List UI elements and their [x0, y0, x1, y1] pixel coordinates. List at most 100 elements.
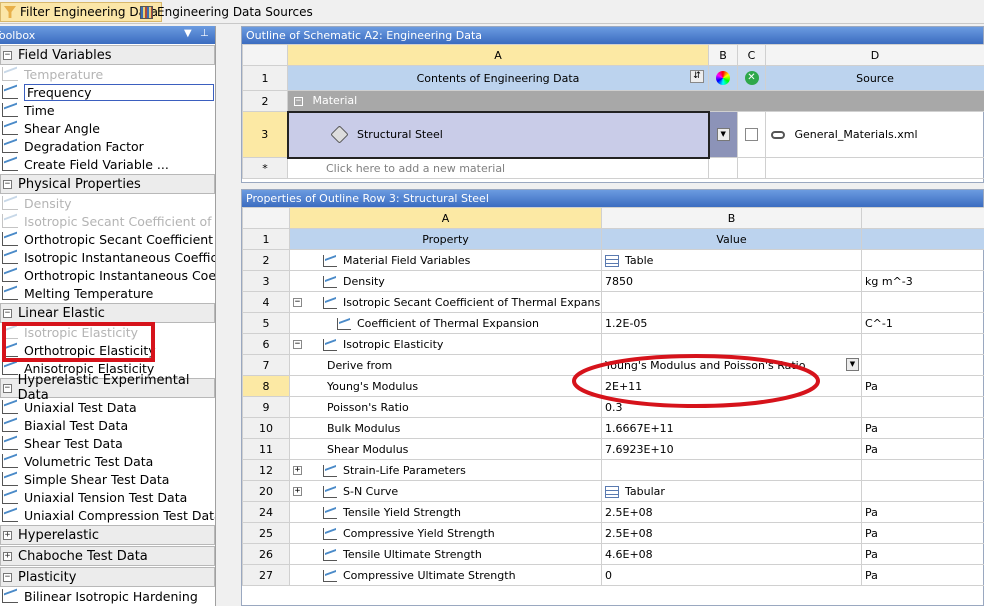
toolbox-item[interactable]: Time: [0, 101, 215, 119]
expand-icon[interactable]: +: [293, 466, 302, 475]
collapse-icon[interactable]: −: [293, 340, 302, 349]
property-name-cell[interactable]: + Strain-Life Parameters: [289, 459, 602, 481]
chart-icon[interactable]: [323, 485, 337, 498]
toolbox-item[interactable]: Volumetric Test Data: [0, 452, 215, 470]
property-name-cell[interactable]: Poisson's Ratio: [289, 396, 602, 418]
property-unit[interactable]: [861, 291, 984, 313]
toolbox-item[interactable]: Uniaxial Tension Test Data: [0, 488, 215, 506]
outline-col-d[interactable]: D: [765, 44, 984, 66]
collapse-icon[interactable]: −: [3, 50, 12, 60]
collapse-icon[interactable]: −: [3, 572, 12, 582]
outline-col-c[interactable]: C: [737, 44, 766, 66]
property-value-cell[interactable]: 7850: [601, 270, 862, 292]
sort-icon[interactable]: ⇵: [690, 70, 704, 83]
toolbox-item[interactable]: Isotropic Secant Coefficient of Thermal …: [0, 212, 215, 230]
pin-icon[interactable]: ⊥: [200, 28, 209, 39]
property-value-cell[interactable]: 2.5E+08: [601, 522, 862, 544]
property-name-cell[interactable]: Derive from: [289, 354, 602, 376]
chart-icon[interactable]: [323, 569, 337, 582]
property-unit[interactable]: [861, 396, 984, 418]
property-name-cell[interactable]: − Isotropic Elasticity: [289, 333, 602, 355]
property-name-cell[interactable]: − Isotropic Secant Coefficient of Thermal…: [289, 291, 602, 313]
collapse-icon[interactable]: −: [3, 383, 12, 393]
property-unit[interactable]: Pa: [861, 438, 984, 460]
property-name-cell[interactable]: Density: [289, 270, 602, 292]
property-name-cell[interactable]: Coefficient of Thermal Expansion: [289, 312, 602, 334]
chart-icon[interactable]: [323, 296, 337, 309]
property-name-cell[interactable]: + S-N Curve: [289, 480, 602, 502]
property-value-cell[interactable]: 4.6E+08: [601, 543, 862, 565]
property-unit[interactable]: Pa: [861, 501, 984, 523]
chart-icon[interactable]: [323, 506, 337, 519]
toolbox-item[interactable]: Shear Test Data: [0, 434, 215, 452]
toolbox-item[interactable]: Simple Shear Test Data: [0, 470, 215, 488]
properties-col-c[interactable]: [861, 207, 984, 229]
toolbox-group-header[interactable]: + Hyperelastic: [0, 525, 215, 545]
expand-icon[interactable]: +: [293, 487, 302, 496]
toolbox-group-header[interactable]: − Field Variables: [0, 45, 215, 65]
expand-icon[interactable]: +: [3, 551, 12, 561]
collapse-icon[interactable]: −: [294, 96, 303, 106]
property-value-cell[interactable]: Table: [601, 249, 862, 271]
toolbox-group-header[interactable]: − Plasticity: [0, 567, 215, 587]
add-material-input[interactable]: Click here to add a new material: [287, 157, 709, 179]
chart-icon[interactable]: [337, 317, 351, 330]
collapse-icon[interactable]: −: [3, 179, 12, 189]
property-name-cell[interactable]: Compressive Ultimate Strength: [289, 564, 602, 586]
suppress-cell[interactable]: [737, 111, 766, 158]
suppress-checkbox[interactable]: [745, 128, 758, 142]
outline-col-b[interactable]: B: [708, 44, 738, 66]
engineering-data-sources-button[interactable]: Engineering Data Sources: [137, 2, 316, 22]
toolbox-item[interactable]: Degradation Factor: [0, 137, 215, 155]
property-unit[interactable]: [861, 249, 984, 271]
toolbox-item[interactable]: Uniaxial Compression Test Data: [0, 506, 215, 524]
properties-col-b[interactable]: B: [601, 207, 862, 229]
properties-col-a[interactable]: A: [289, 207, 602, 229]
chart-icon[interactable]: [323, 548, 337, 561]
property-value-cell[interactable]: 0: [601, 564, 862, 586]
toolbox-item[interactable]: Bilinear Isotropic Hardening: [0, 587, 215, 605]
property-unit[interactable]: Pa: [861, 522, 984, 544]
property-name-cell[interactable]: Young's Modulus: [289, 375, 602, 397]
property-name-cell[interactable]: Material Field Variables: [289, 249, 602, 271]
dropdown-icon[interactable]: ▼: [184, 28, 192, 39]
toolbox-item[interactable]: Melting Temperature: [0, 284, 215, 302]
property-unit[interactable]: Pa: [861, 417, 984, 439]
property-value-cell[interactable]: 2.5E+08: [601, 501, 862, 523]
derive-from-dropdown[interactable]: ▼: [846, 358, 859, 371]
property-unit[interactable]: [861, 480, 984, 502]
chart-icon[interactable]: [323, 254, 337, 267]
property-value-cell[interactable]: [601, 459, 862, 481]
collapse-icon[interactable]: −: [3, 308, 12, 318]
toolbox-item[interactable]: Frequency: [0, 83, 215, 101]
property-unit[interactable]: Pa: [861, 564, 984, 586]
material-name-cell[interactable]: Structural Steel: [286, 110, 710, 159]
toolbox-group-header[interactable]: − Hyperelastic Experimental Data: [0, 373, 215, 403]
toolbox-item[interactable]: Shear Angle: [0, 119, 215, 137]
collapse-icon[interactable]: −: [293, 298, 302, 307]
material-color-cell[interactable]: ▼: [708, 111, 738, 158]
toolbox-item[interactable]: Temperature: [0, 65, 215, 83]
toolbox-group-header[interactable]: + Chaboche Test Data: [0, 546, 215, 566]
toolbox-group-header[interactable]: − Linear Elastic: [0, 303, 215, 323]
chart-icon[interactable]: [323, 275, 337, 288]
outline-col-a[interactable]: A: [287, 44, 709, 66]
property-unit[interactable]: C^-1: [861, 312, 984, 334]
property-value-cell[interactable]: 7.6923E+10: [601, 438, 862, 460]
property-name-cell[interactable]: Bulk Modulus: [289, 417, 602, 439]
toolbox-item[interactable]: Orthotropic Secant Coefficient of Therma…: [0, 230, 215, 248]
property-name-cell[interactable]: Tensile Yield Strength: [289, 501, 602, 523]
dropdown-arrow-icon[interactable]: ▼: [716, 128, 730, 142]
property-unit[interactable]: kg m^-3: [861, 270, 984, 292]
toolbox-item[interactable]: Biaxial Test Data: [0, 416, 215, 434]
expand-icon[interactable]: +: [3, 530, 12, 540]
property-name-cell[interactable]: Tensile Ultimate Strength: [289, 543, 602, 565]
toolbox-item[interactable]: Density: [0, 194, 215, 212]
property-unit[interactable]: [861, 354, 984, 376]
property-value-cell[interactable]: Tabular: [601, 480, 862, 502]
toolbox-group-header[interactable]: − Physical Properties: [0, 174, 215, 194]
material-category-cell[interactable]: − Material: [287, 90, 984, 112]
property-value-cell[interactable]: [601, 291, 862, 313]
property-name-cell[interactable]: Shear Modulus: [289, 438, 602, 460]
property-value-cell[interactable]: 1.2E-05: [601, 312, 862, 334]
